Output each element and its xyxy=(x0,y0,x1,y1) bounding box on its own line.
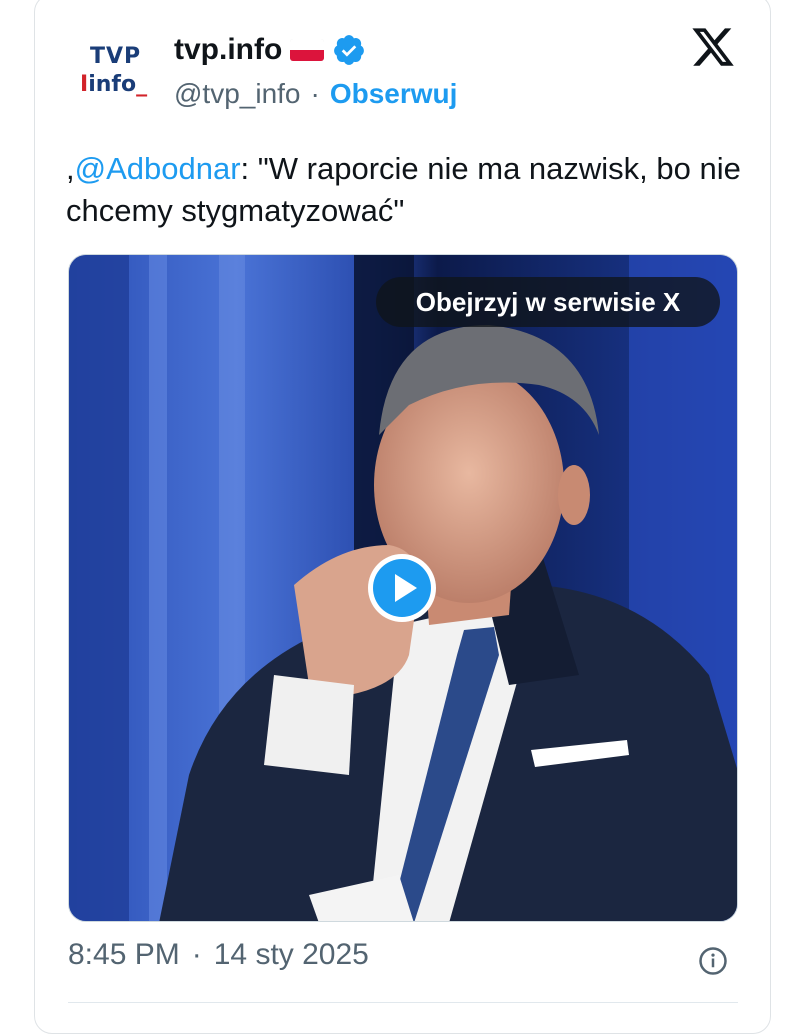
author-display-name[interactable]: tvp.info xyxy=(174,33,282,67)
tweet-timestamp[interactable]: 8:45 PM · 14 sty 2025 xyxy=(68,938,369,972)
tweet-text: ,@Adbodnar: "W raporcie nie ma nazwisk, … xyxy=(66,148,746,232)
watch-on-x-button[interactable]: Obejrzyj w serwisie X xyxy=(376,277,720,327)
verified-badge-icon xyxy=(334,35,365,65)
tweet-prefix: , xyxy=(66,151,75,186)
author-handle[interactable]: @tvp_info xyxy=(174,78,301,110)
follow-button[interactable]: Obserwuj xyxy=(330,78,458,110)
x-logo-icon[interactable] xyxy=(690,24,736,70)
avatar-tvp-text: TVP xyxy=(90,44,142,69)
handle-separator: · xyxy=(310,78,320,109)
timestamp-separator: · xyxy=(191,938,202,971)
poland-flag-icon xyxy=(290,39,325,61)
tweet-date: 14 sty 2025 xyxy=(213,938,369,971)
author-name-row: tvp.info xyxy=(174,30,366,70)
divider xyxy=(68,1002,738,1003)
author-handle-row: @tvp_info · Obserwuj xyxy=(174,78,457,110)
mention-link[interactable]: @Adbodnar xyxy=(75,151,241,186)
watch-on-x-label: Obejrzyj w serwisie X xyxy=(415,286,681,317)
avatar[interactable]: TVP Iinfo_ xyxy=(66,32,158,112)
avatar-info-text: Iinfo_ xyxy=(80,72,148,97)
info-icon[interactable] xyxy=(698,946,728,976)
play-icon[interactable] xyxy=(366,552,438,624)
tweet-time: 8:45 PM xyxy=(68,938,180,971)
